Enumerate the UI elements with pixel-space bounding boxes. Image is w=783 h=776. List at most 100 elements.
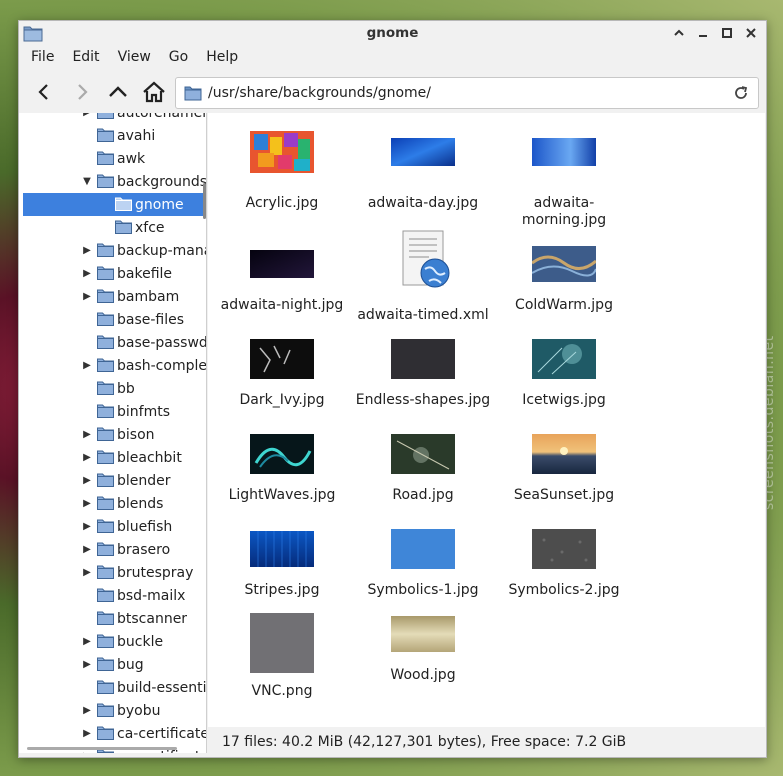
tree-item[interactable]: btscanner: [19, 607, 205, 630]
expander-right-icon[interactable]: ▶: [81, 452, 93, 464]
titlebar[interactable]: gnome: [19, 21, 766, 47]
expander-down-icon[interactable]: ▼: [81, 176, 93, 188]
tree-item[interactable]: ▶ blender: [19, 469, 205, 492]
tree-item-label: bison: [117, 426, 155, 443]
location-path[interactable]: /usr/share/backgrounds/gnome/: [208, 85, 730, 101]
folder-icon: [97, 289, 114, 303]
tree-item[interactable]: base-passwd: [19, 331, 207, 354]
file-name: Symbolics-2.jpg: [508, 582, 620, 598]
location-bar[interactable]: /usr/share/backgrounds/gnome/: [175, 77, 759, 109]
folder-icon: [97, 335, 114, 349]
tree-item[interactable]: base-files: [19, 308, 205, 331]
file-view[interactable]: Acrylic.jpg adwaita-day.jpg adwaita-mornin…: [208, 113, 765, 727]
tree-item[interactable]: ▶ bluefish: [19, 515, 205, 538]
expander-right-icon[interactable]: ▶: [81, 291, 93, 303]
expander-right-icon[interactable]: ▶: [81, 728, 93, 740]
tree-item[interactable]: avahi: [19, 124, 205, 147]
tree-item-label: base-passwd: [117, 334, 207, 351]
arrow-up-icon: [109, 86, 127, 97]
close-button[interactable]: [742, 24, 760, 42]
tree-item[interactable]: ▶ autorenamer: [19, 113, 206, 124]
folder-icon: [97, 565, 114, 579]
tree-item[interactable]: bsd-mailx: [19, 584, 205, 607]
menu-edit[interactable]: Edit: [63, 47, 108, 71]
tree-item-label: base-files: [117, 311, 185, 328]
maximize-button[interactable]: [718, 24, 736, 42]
file-name: VNC.png: [251, 683, 313, 699]
file-name: SeaSunset.jpg: [513, 487, 615, 503]
folder-icon: [97, 542, 114, 556]
tree-item[interactable]: ▶ brutespray: [19, 561, 205, 584]
tree-item[interactable]: xfce: [23, 216, 205, 239]
expander-right-icon[interactable]: ▶: [81, 544, 93, 556]
tree-item[interactable]: ▶ bison: [19, 423, 205, 446]
expander-right-icon[interactable]: ▶: [81, 245, 93, 257]
expander-right-icon[interactable]: ▶: [81, 659, 93, 671]
folder-tree[interactable]: ▶ autorenamer avahi awk ▼ backgrounds gno…: [19, 113, 207, 753]
home-button[interactable]: [139, 77, 169, 107]
up-button[interactable]: [103, 77, 133, 107]
expander-right-icon[interactable]: ▶: [81, 521, 93, 533]
expander-right-icon[interactable]: ▶: [81, 498, 93, 510]
reload-button[interactable]: [730, 82, 752, 104]
arrow-left-icon: [38, 84, 48, 100]
forward-button[interactable]: [67, 77, 97, 107]
tree-item[interactable]: bb: [19, 377, 205, 400]
expander-right-icon[interactable]: ▶: [81, 475, 93, 487]
menu-file[interactable]: File: [22, 47, 63, 71]
xml-document-icon: [402, 230, 450, 288]
folder-icon: [97, 703, 114, 717]
tree-item-label: bleachbit: [117, 449, 182, 466]
thumbnail-image: [391, 434, 455, 474]
tree-item[interactable]: ▶ bug: [19, 653, 205, 676]
tree-item[interactable]: ▶ bakefile: [19, 262, 205, 285]
tree-item[interactable]: ▶ buckle: [19, 630, 205, 653]
folder-icon: [97, 657, 114, 671]
expander-right-icon[interactable]: ▶: [81, 113, 93, 119]
reload-icon: [735, 86, 748, 99]
tree-item[interactable]: ▶ bambam: [19, 285, 205, 308]
menu-view[interactable]: View: [109, 47, 160, 71]
folder-icon: [97, 404, 114, 418]
tree-item[interactable]: ▶ backup-manager: [19, 239, 206, 262]
tree-item[interactable]: ▶ byobu: [19, 699, 205, 722]
tree-item-label: btscanner: [117, 610, 188, 627]
folder-icon: [97, 128, 114, 142]
expander-right-icon[interactable]: ▶: [81, 751, 93, 753]
tree-item[interactable]: build-essential: [19, 676, 206, 699]
tree-item-label: brutespray: [117, 564, 194, 581]
folder-icon: [97, 726, 114, 740]
file-name: Acrylic.jpg: [245, 195, 319, 211]
folder-icon: [115, 220, 132, 234]
back-button[interactable]: [29, 77, 59, 107]
expander-right-icon[interactable]: ▶: [81, 705, 93, 717]
tree-item[interactable]: ▶ bash-completion: [19, 354, 206, 377]
maximize-icon: [722, 28, 732, 38]
tree-item[interactable]: binfmts: [19, 400, 205, 423]
close-icon: [746, 28, 756, 38]
thumbnail-image: [250, 434, 314, 474]
expander-right-icon[interactable]: ▶: [81, 360, 93, 372]
minimize-button[interactable]: [694, 24, 712, 42]
tree-item[interactable]: ▶ brasero: [19, 538, 205, 561]
tree-item-label: backup-manager: [117, 242, 206, 259]
folder-icon: [97, 473, 114, 487]
expander-right-icon[interactable]: ▶: [81, 429, 93, 441]
tree-item[interactable]: ▼ backgrounds: [19, 170, 206, 193]
expander-right-icon[interactable]: ▶: [81, 567, 93, 579]
menu-help[interactable]: Help: [197, 47, 247, 71]
tree-item[interactable]: ▶ blends: [19, 492, 205, 515]
tree-horizontal-scrollbar[interactable]: [27, 747, 177, 750]
tree-scrollbar[interactable]: [203, 183, 206, 219]
tree-item[interactable]: ▶ bleachbit: [19, 446, 205, 469]
expander-right-icon[interactable]: ▶: [81, 268, 93, 280]
tree-item-label: awk: [117, 150, 146, 167]
tree-item[interactable]: ▶ ca-certificates: [19, 722, 206, 745]
tree-item[interactable]: awk: [19, 147, 205, 170]
thumbnail-image: [391, 138, 455, 166]
expander-right-icon[interactable]: ▶: [81, 636, 93, 648]
menu-go[interactable]: Go: [160, 47, 197, 71]
shade-button[interactable]: [670, 24, 688, 42]
folder-icon: [97, 519, 114, 533]
tree-item[interactable]: gnome: [23, 193, 205, 216]
